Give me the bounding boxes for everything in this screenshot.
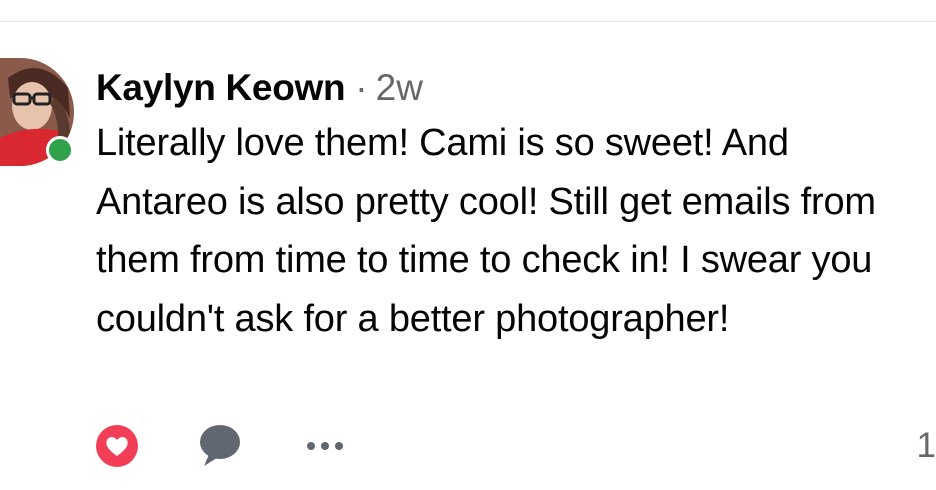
avatar-container[interactable] (0, 58, 74, 166)
more-options-icon (307, 442, 343, 450)
love-reaction-button[interactable] (95, 424, 139, 468)
comment-header: Kaylyn Keown · 2w (96, 62, 916, 114)
comment-bubble-icon (200, 425, 240, 466)
comment-text: Literally love them! Cami is so sweet! A… (96, 122, 876, 340)
love-reaction-icon (96, 425, 138, 467)
comment-actions: 1 (95, 422, 936, 470)
top-divider (0, 21, 936, 22)
online-status-dot (46, 136, 74, 164)
comment-button[interactable] (198, 422, 242, 470)
more-options-button[interactable] (303, 436, 347, 456)
comment-time[interactable]: 2w (376, 67, 423, 108)
author-name[interactable]: Kaylyn Keown (96, 67, 346, 108)
separator-dot: · (355, 67, 368, 108)
comment: Kaylyn Keown · 2w Literally love them! Cam… (96, 62, 916, 348)
reaction-count[interactable]: 1 (917, 426, 936, 466)
